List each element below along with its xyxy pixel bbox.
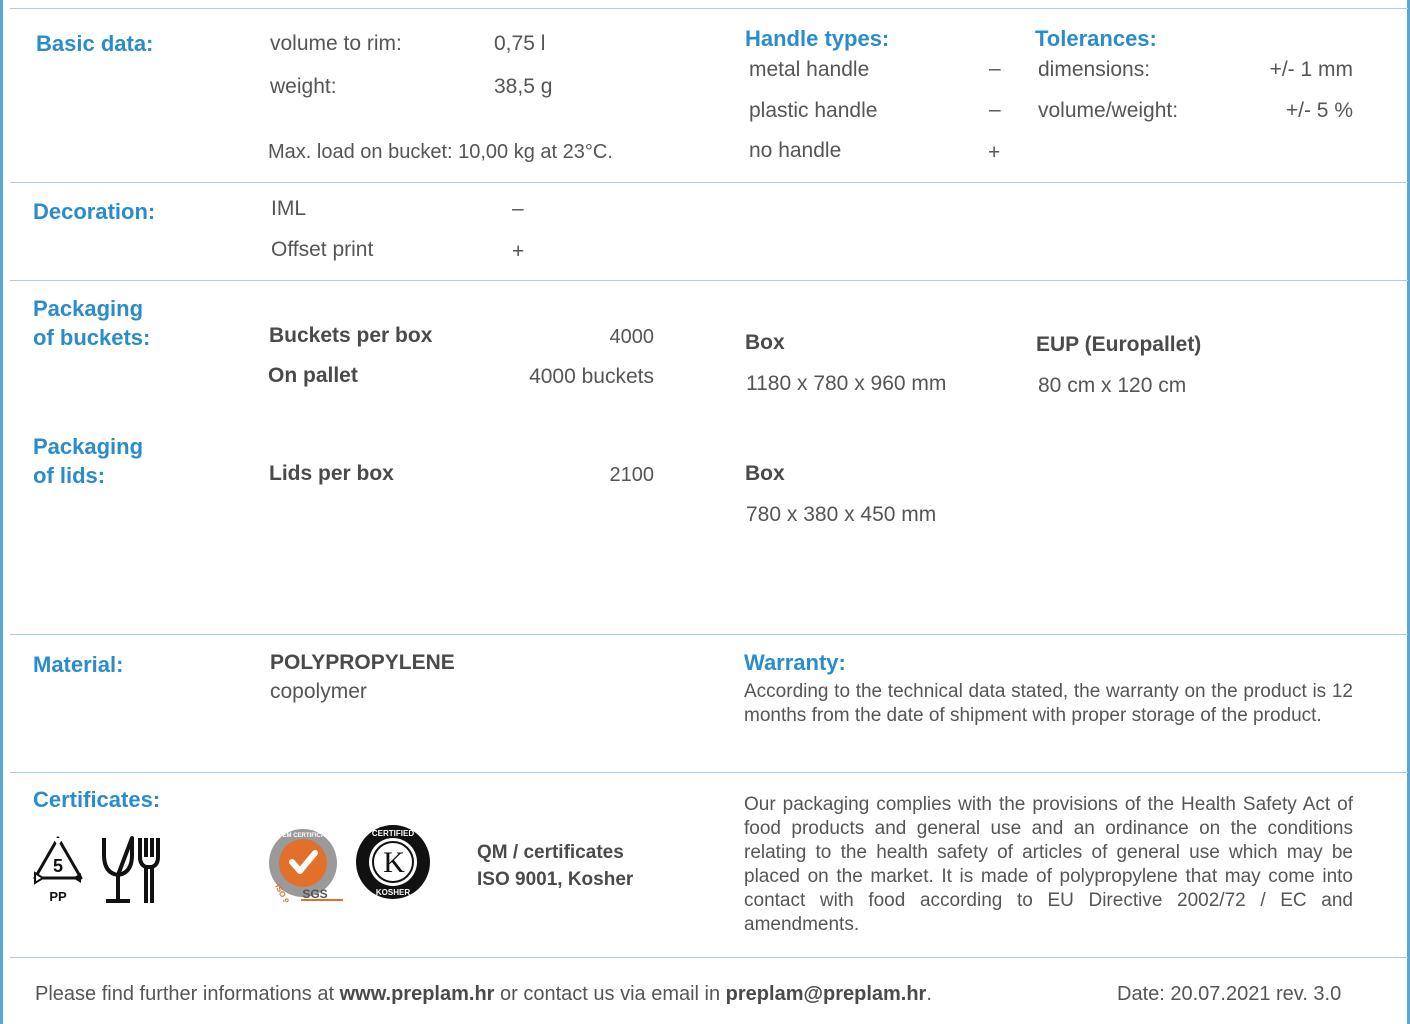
divider — [10, 8, 1408, 9]
sgs-iso-9001-badge-icon: SYSTEM CERTIFICATION ISO 9001 SGS — [267, 829, 343, 902]
max-load-text: Max. load on bucket: 10,00 kg at 23°C. — [268, 141, 613, 163]
left-edge-bar — [0, 0, 3, 1024]
footer-text: . — [926, 983, 932, 1005]
kosher-top-text: CERTIFIED — [372, 829, 414, 838]
packaging-buckets-label: Packaging of buckets: — [33, 294, 150, 352]
food-safe-glass-fork-icon — [102, 836, 160, 903]
sgs-name: SGS — [302, 887, 327, 901]
handle-item-label: no handle — [749, 139, 842, 162]
box-title: Box — [745, 331, 785, 354]
footer-contact-line: Please find further informations at www.… — [35, 983, 932, 1006]
decoration-item-label: IML — [271, 197, 307, 220]
material-label: Material: — [33, 652, 124, 677]
kosher-certified-badge-icon: CERTIFIED KOSHER K — [356, 825, 430, 899]
email-link[interactable]: preplam@preplam.hr — [726, 983, 927, 1005]
tolerance-value: +/- 1 mm — [1269, 58, 1353, 81]
label-line: Packaging — [33, 434, 144, 459]
tolerances-title: Tolerances: — [1035, 26, 1157, 51]
on-pallet-value: 4000 buckets — [529, 365, 654, 388]
label-line: Packaging — [33, 296, 144, 321]
on-pallet-label: On pallet — [268, 364, 358, 387]
divider — [10, 280, 1408, 281]
buckets-per-box-label: Buckets per box — [269, 324, 433, 347]
footer-text: Please find further informations at — [35, 983, 340, 1005]
weight-label: weight: — [270, 75, 337, 98]
decoration-label: Decoration: — [33, 199, 156, 224]
handle-item-label: metal handle — [749, 58, 870, 81]
basic-data-label: Basic data: — [36, 31, 154, 56]
divider — [10, 957, 1408, 958]
qm-certificates-title: QM / certificates — [477, 842, 624, 863]
material-name: POLYPROPYLENE — [270, 651, 455, 674]
buckets-per-box-value: 4000 — [609, 326, 655, 348]
handle-item-label: plastic handle — [749, 99, 878, 122]
handle-item-mark: – — [989, 57, 1001, 80]
warranty-title: Warranty: — [744, 650, 846, 675]
pallet-title: EUP (Europallet) — [1036, 333, 1202, 356]
lid-box-dimensions: 780 x 380 x 450 mm — [746, 503, 937, 526]
packaging-lids-label: Packaging of lids: — [33, 432, 143, 490]
divider — [10, 634, 1408, 635]
weight-value: 38,5 g — [494, 75, 553, 98]
volume-label: volume to rim: — [270, 32, 402, 55]
recycle-code: PP — [49, 889, 67, 904]
compliance-text: Our packaging complies with the provisio… — [744, 794, 1353, 935]
pallet-dimensions: 80 cm x 120 cm — [1038, 374, 1187, 397]
certificates-label: Certificates: — [33, 787, 161, 812]
recycle-number: 5 — [53, 856, 63, 876]
decoration-item-mark: + — [512, 240, 525, 263]
material-sub: copolymer — [270, 680, 367, 703]
recycle-pp-icon: 5 PP — [33, 836, 83, 904]
website-link[interactable]: www.preplam.hr — [340, 983, 495, 1005]
lid-box-title: Box — [745, 462, 785, 485]
kosher-letter: K — [383, 846, 405, 879]
decoration-item-label: Offset print — [271, 238, 374, 261]
tolerance-label: dimensions: — [1038, 58, 1151, 81]
divider — [10, 772, 1408, 773]
box-dimensions: 1180 x 780 x 960 mm — [746, 372, 947, 395]
warranty-text: According to the technical data stated, … — [744, 681, 1353, 726]
tolerance-label: volume/weight: — [1038, 99, 1179, 122]
handle-types-title: Handle types: — [745, 26, 890, 51]
kosher-bottom-text: KOSHER — [376, 888, 410, 897]
footer-date: Date: 20.07.2021 rev. 3.0 — [1117, 983, 1342, 1005]
lids-per-box-value: 2100 — [609, 464, 655, 486]
label-line: of lids: — [33, 463, 106, 488]
label-line: of buckets: — [33, 325, 151, 350]
tolerance-value: +/- 5 % — [1285, 99, 1353, 122]
sgs-ring-text: SYSTEM CERTIFICATION — [267, 833, 339, 839]
handle-item-mark: – — [989, 98, 1001, 121]
volume-value: 0,75 l — [494, 32, 546, 55]
decoration-item-mark: – — [512, 197, 524, 220]
qm-certificates-list: ISO 9001, Kosher — [477, 869, 634, 890]
handle-item-mark: + — [988, 141, 1001, 164]
footer-text: or contact us via email in — [494, 983, 726, 1005]
divider — [10, 182, 1408, 183]
lids-per-box-label: Lids per box — [269, 462, 394, 485]
